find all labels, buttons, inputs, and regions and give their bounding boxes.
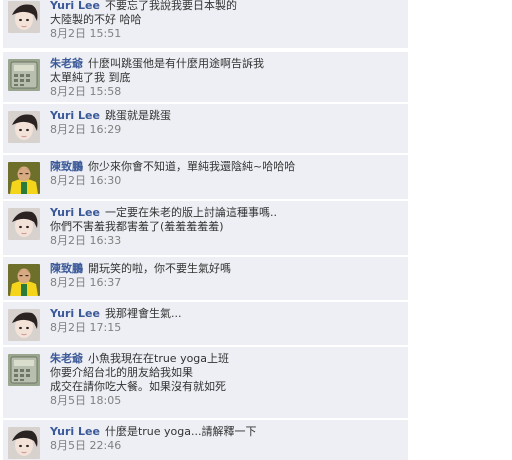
comment-text: 你要介紹台北的朋友給我如果: [50, 366, 193, 379]
comment-text: 什麼是true yoga...請解釋一下: [104, 425, 257, 438]
comment-text: 你們不害羞我都害羞了(羞羞羞羞羞): [50, 220, 224, 233]
comment-text: 太單純了我 到底: [50, 71, 131, 84]
comment-timestamp: 8月2日 16:29: [50, 123, 122, 136]
author-link[interactable]: 朱老爺: [50, 352, 83, 365]
comment-body: 陳致鵬 開玩笑的啦，你不要生氣好嗎 8月2日 16:37: [50, 262, 402, 290]
comment-line: Yuri Lee 不要忘了我說我要日本製的: [50, 0, 402, 13]
comment-line: 朱老爺 什麼叫跳蛋他是有什麼用途啊告訴我: [50, 57, 402, 71]
comment-body: 陳致鵬 你少來你會不知道，單純我還陰純~哈哈哈 8月2日 16:30: [50, 160, 402, 188]
comment-item: Yuri Lee 我那裡會生氣... 8月2日 17:15: [3, 302, 408, 345]
comment-text: 什麼叫跳蛋他是有什麼用途啊告訴我: [88, 57, 264, 70]
author-link[interactable]: Yuri Lee: [50, 0, 100, 12]
girl-avatar[interactable]: [8, 111, 40, 143]
comment-item: Yuri Lee 一定要在朱老的版上討論這種事嗎.. 你們不害羞我都害羞了(羞羞羞羞…: [3, 201, 408, 255]
author-link[interactable]: 陳致鵬: [50, 160, 83, 173]
comment-text: 開玩笑的啦，你不要生氣好嗎: [88, 262, 231, 275]
comment-text: 大陸製的不好 哈哈: [50, 13, 142, 26]
author-link[interactable]: Yuri Lee: [50, 307, 100, 320]
girl-avatar[interactable]: [8, 208, 40, 240]
comment-body: 朱老爺 什麼叫跳蛋他是有什麼用途啊告訴我 太單純了我 到底 8月2日 15:58: [50, 57, 402, 99]
comment-item: Yuri Lee 什麼是true yoga...請解釋一下 8月5日 22:46: [3, 420, 408, 460]
comment-line: 太單純了我 到底: [50, 71, 402, 85]
comment-timestamp: 8月2日 16:33: [50, 234, 122, 247]
comment-body: 朱老爺 小魚我現在在true yoga上班 你要介紹台北的朋友給我如果 成交在請你吃大…: [50, 352, 402, 408]
comment-item: Yuri Lee 不要忘了我說我要日本製的 大陸製的不好 哈哈 8月2日 15:51: [3, 0, 408, 48]
girl-avatar[interactable]: [8, 427, 40, 459]
comment-timestamp: 8月2日 16:30: [50, 174, 122, 187]
comment-text: 一定要在朱老的版上討論這種事嗎..: [104, 206, 277, 219]
comment-body: Yuri Lee 什麼是true yoga...請解釋一下 8月5日 22:46: [50, 425, 402, 453]
comment-text: 你少來你會不知道，單純我還陰純~哈哈哈: [88, 160, 296, 173]
comment-body: Yuri Lee 一定要在朱老的版上討論這種事嗎.. 你們不害羞我都害羞了(羞羞羞羞…: [50, 206, 402, 248]
comment-line: 大陸製的不好 哈哈: [50, 13, 402, 27]
comment-line: 陳致鵬 開玩笑的啦，你不要生氣好嗎: [50, 262, 402, 276]
comment-line: 朱老爺 小魚我現在在true yoga上班: [50, 352, 402, 366]
yellow-jersey-avatar[interactable]: [8, 162, 40, 194]
comment-item: 朱老爺 什麼叫跳蛋他是有什麼用途啊告訴我 太單純了我 到底 8月2日 15:58: [3, 52, 408, 102]
comment-text: 成交在請你吃大餐。如果沒有就如死: [50, 380, 226, 393]
comment-body: Yuri Lee 不要忘了我說我要日本製的 大陸製的不好 哈哈 8月2日 15:51: [50, 0, 402, 41]
author-link[interactable]: Yuri Lee: [50, 109, 100, 122]
comment-text: 跳蛋就是跳蛋: [104, 109, 171, 122]
yellow-jersey-avatar[interactable]: [8, 264, 40, 296]
comment-item: 陳致鵬 你少來你會不知道，單純我還陰純~哈哈哈 8月2日 16:30: [3, 155, 408, 199]
comment-body: Yuri Lee 跳蛋就是跳蛋 8月2日 16:29: [50, 109, 402, 137]
comment-item: 陳致鵬 開玩笑的啦，你不要生氣好嗎 8月2日 16:37: [3, 257, 408, 300]
author-link[interactable]: 朱老爺: [50, 57, 83, 70]
comment-timestamp: 8月5日 22:46: [50, 439, 122, 452]
calculator-avatar[interactable]: [8, 59, 40, 91]
girl-avatar[interactable]: [8, 1, 40, 33]
comment-line: 陳致鵬 你少來你會不知道，單純我還陰純~哈哈哈: [50, 160, 402, 174]
comment-text: 不要忘了我說我要日本製的: [104, 0, 237, 12]
comment-line: 你要介紹台北的朋友給我如果: [50, 366, 402, 380]
comment-item: Yuri Lee 跳蛋就是跳蛋 8月2日 16:29: [3, 104, 408, 153]
comment-timestamp: 8月2日 15:51: [50, 27, 122, 40]
comment-line: 成交在請你吃大餐。如果沒有就如死: [50, 380, 402, 394]
author-link[interactable]: Yuri Lee: [50, 206, 100, 219]
comment-body: Yuri Lee 我那裡會生氣... 8月2日 17:15: [50, 307, 402, 335]
comment-line: Yuri Lee 什麼是true yoga...請解釋一下: [50, 425, 402, 439]
comment-line: Yuri Lee 跳蛋就是跳蛋: [50, 109, 402, 123]
comment-text: 我那裡會生氣...: [104, 307, 182, 320]
comment-line: 你們不害羞我都害羞了(羞羞羞羞羞): [50, 220, 402, 234]
author-link[interactable]: Yuri Lee: [50, 425, 100, 438]
comment-timestamp: 8月2日 15:58: [50, 85, 122, 98]
comment-item: 朱老爺 小魚我現在在true yoga上班 你要介紹台北的朋友給我如果 成交在請你吃大…: [3, 347, 408, 418]
comment-line: Yuri Lee 一定要在朱老的版上討論這種事嗎..: [50, 206, 402, 220]
comment-text: 小魚我現在在true yoga上班: [88, 352, 230, 365]
comment-timestamp: 8月2日 16:37: [50, 276, 122, 289]
comment-line: Yuri Lee 我那裡會生氣...: [50, 307, 402, 321]
comment-timestamp: 8月2日 17:15: [50, 321, 122, 334]
author-link[interactable]: 陳致鵬: [50, 262, 83, 275]
comment-timestamp: 8月5日 18:05: [50, 394, 122, 407]
calculator-avatar[interactable]: [8, 354, 40, 386]
girl-avatar[interactable]: [8, 309, 40, 341]
